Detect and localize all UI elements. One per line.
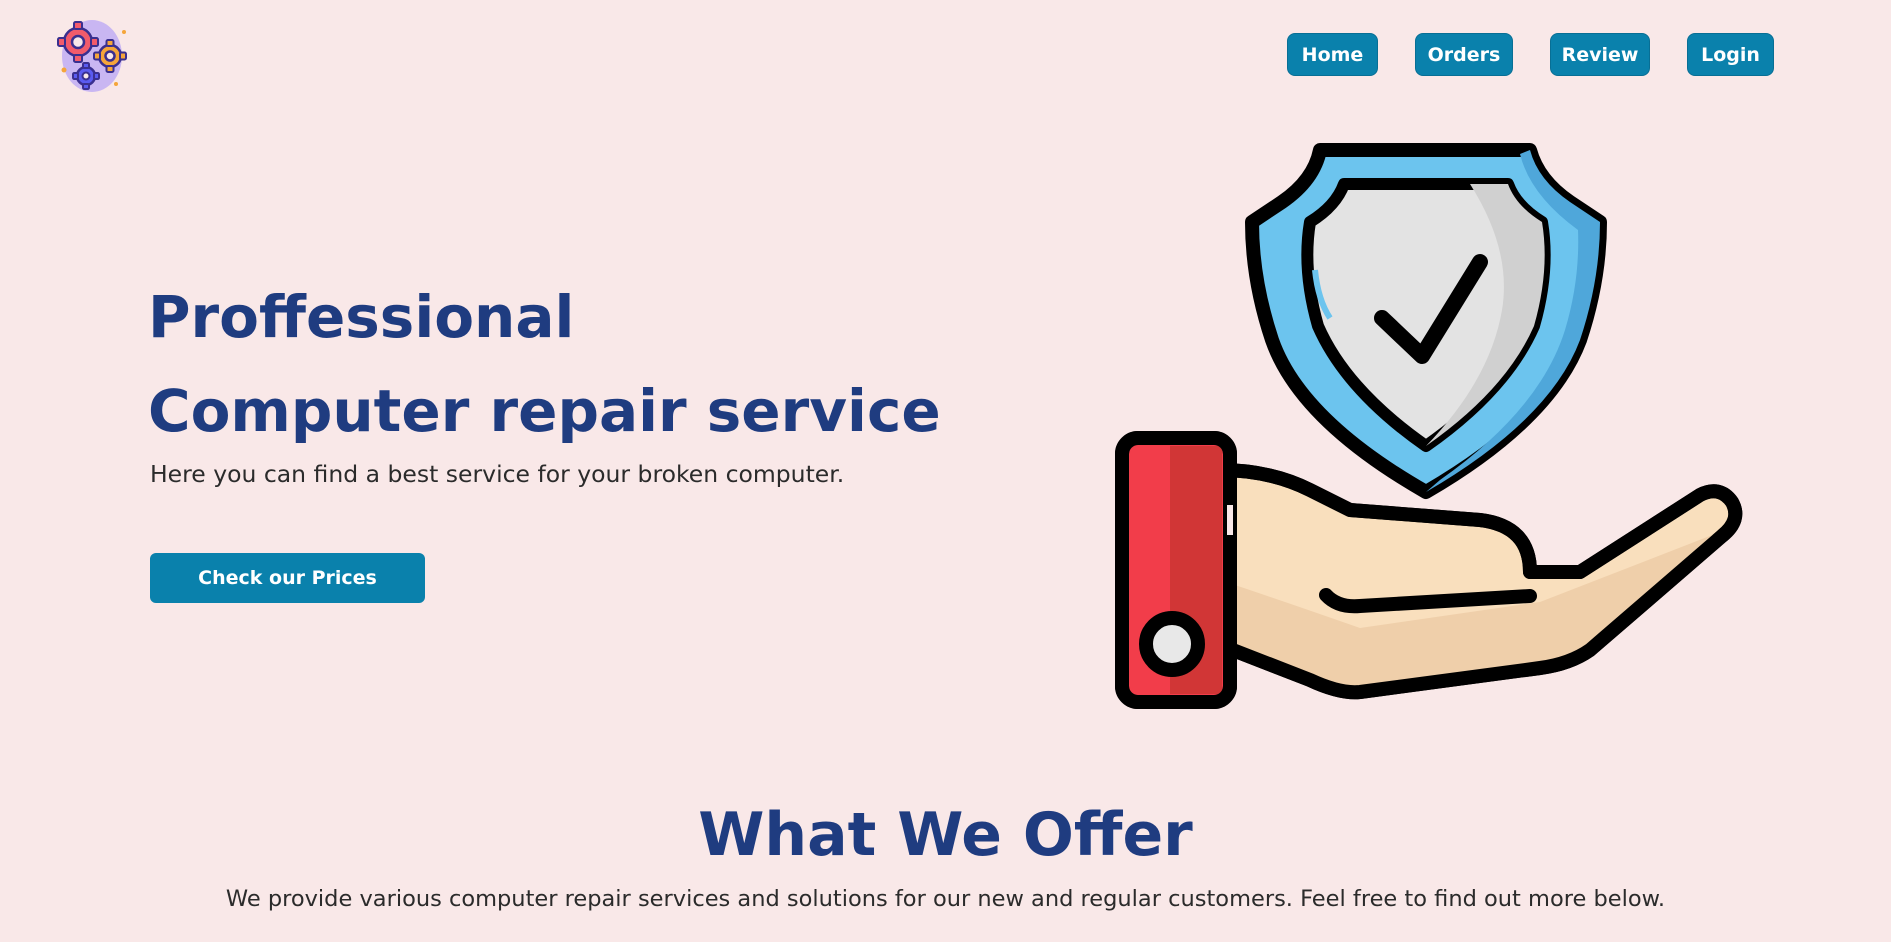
navbar: Home Orders Review Login (0, 0, 1891, 110)
hero-title-line1: Proffessional (148, 283, 575, 351)
logo[interactable] (54, 12, 132, 96)
hero-subtitle: Here you can find a best service for you… (150, 460, 845, 488)
gears-icon (57, 20, 127, 92)
hand-holding-shield-icon (1115, 143, 1743, 709)
nav-orders-button[interactable]: Orders (1415, 33, 1513, 76)
offer-subtitle: We provide various computer repair servi… (225, 886, 1666, 912)
hero-illustration (1110, 140, 1750, 740)
check-prices-button[interactable]: Check our Prices (150, 553, 425, 603)
hero-title-line2: Computer repair service (148, 377, 941, 445)
nav-home-button[interactable]: Home (1287, 33, 1378, 76)
nav-review-button[interactable]: Review (1550, 33, 1650, 76)
nav-login-button[interactable]: Login (1687, 33, 1774, 76)
offer-title: What We Offer (698, 800, 1193, 870)
